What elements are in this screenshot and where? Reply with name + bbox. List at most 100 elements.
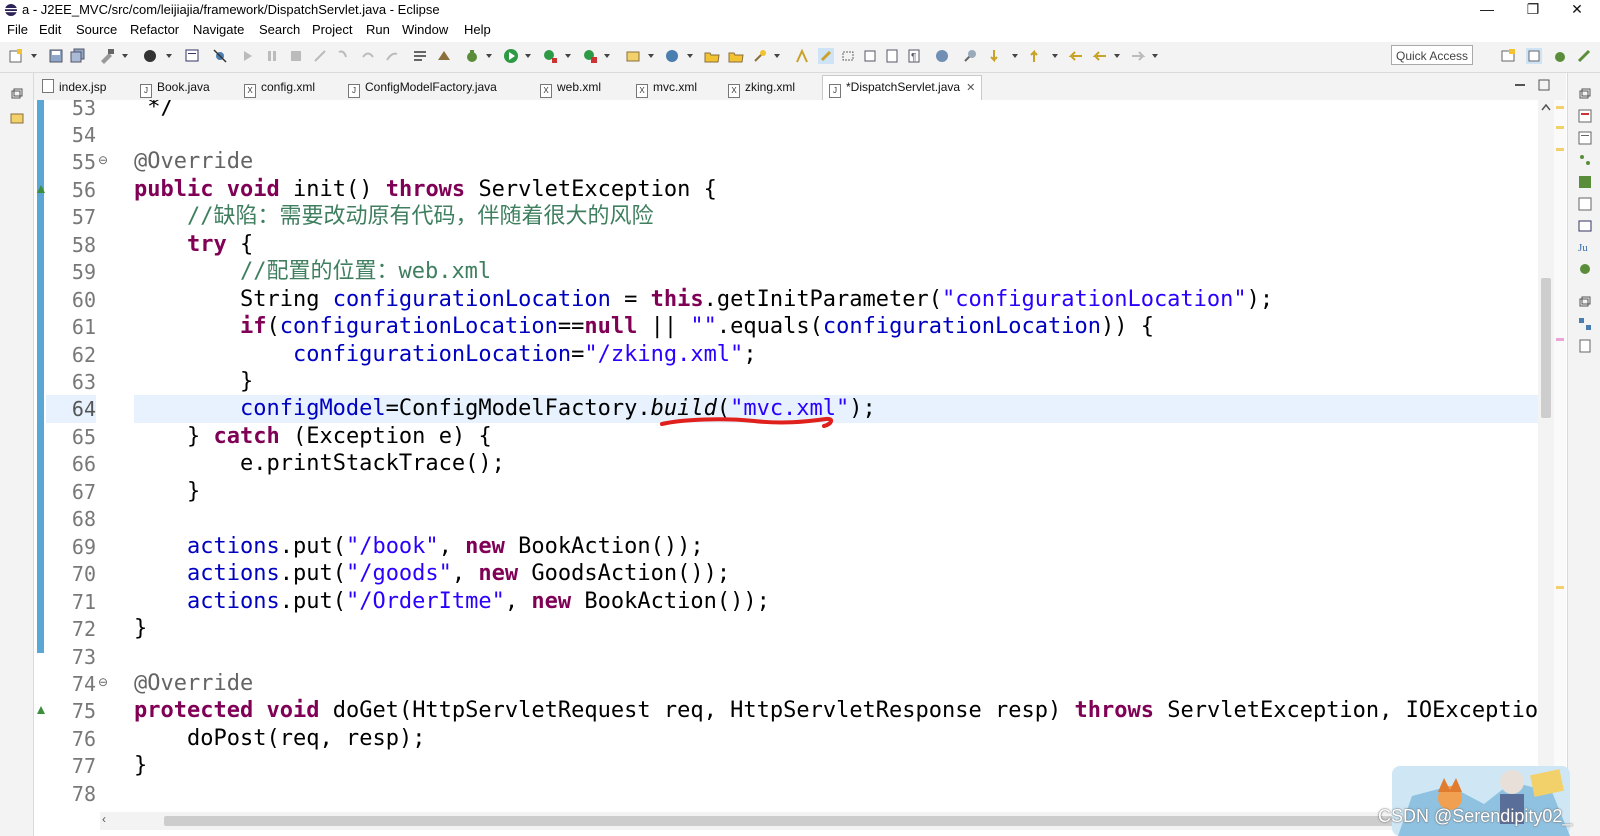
search-task-icon[interactable] <box>752 48 768 64</box>
use-step-filters-icon[interactable] <box>412 48 428 64</box>
code-line[interactable]: //配置的位置：web.xml <box>134 258 1554 286</box>
menu-refactor[interactable]: Refactor <box>130 22 179 37</box>
suspend-icon[interactable] <box>264 48 280 64</box>
menu-navigate[interactable]: Navigate <box>193 22 244 37</box>
tab-web-xml[interactable]: Xweb.xml <box>540 76 601 98</box>
scroll-left-icon[interactable]: ‹ <box>102 812 106 826</box>
code-line[interactable] <box>134 780 1554 808</box>
scroll-up-icon[interactable] <box>1541 103 1551 111</box>
forward-icon[interactable] <box>1130 48 1146 64</box>
menu-run[interactable]: Run <box>366 22 390 37</box>
code-line[interactable]: } catch (Exception e) { <box>134 423 1554 451</box>
notes-icon[interactable] <box>1578 339 1592 353</box>
restore-icon[interactable] <box>1578 87 1592 101</box>
terminate-icon[interactable] <box>288 48 304 64</box>
word-wrap-icon[interactable] <box>884 48 900 64</box>
tab-config-xml[interactable]: Xconfig.xml <box>244 76 315 98</box>
tab-book-java[interactable]: J Book.java <box>140 76 210 98</box>
servers-icon[interactable] <box>1578 261 1592 275</box>
restore-icon[interactable] <box>10 87 24 101</box>
new-class-icon[interactable] <box>664 48 680 64</box>
show-whitespace-icon[interactable] <box>862 48 878 64</box>
close-button[interactable]: ✕ <box>1554 0 1600 20</box>
code-line[interactable]: */ <box>134 100 1554 122</box>
code-editor[interactable]: 53 54 55 56 57 58 59 60 61 62 63 64 65 6… <box>34 100 1566 812</box>
code-line[interactable]: String configurationLocation = this.getI… <box>134 286 1554 314</box>
code-line[interactable]: } <box>134 615 1554 643</box>
step-return-icon[interactable] <box>384 48 400 64</box>
code-line[interactable]: configurationLocation="/zking.xml"; <box>134 341 1554 369</box>
code-line[interactable]: doPost(req, resp); <box>134 725 1554 753</box>
tab-index-jsp[interactable]: index.jsp <box>42 76 106 98</box>
restore-icon-2[interactable] <box>1578 295 1592 309</box>
new-server-icon[interactable] <box>625 48 641 64</box>
code-line[interactable]: actions.put("/goods", new GoodsAction())… <box>134 560 1554 588</box>
maximize-editor-icon[interactable] <box>1538 79 1550 91</box>
code-line[interactable]: if(configurationLocation==null || "".equ… <box>134 313 1554 341</box>
fold-collapse-icon[interactable]: ⊖ <box>98 675 108 689</box>
code-line[interactable] <box>134 505 1554 533</box>
console-view-icon[interactable] <box>1578 219 1592 233</box>
debug-perspective-icon[interactable] <box>1552 48 1568 64</box>
new-icon[interactable] <box>8 48 24 64</box>
step-over-icon[interactable] <box>360 48 376 64</box>
palette-icon[interactable] <box>1578 175 1592 189</box>
code-line[interactable]: } <box>134 752 1554 780</box>
code-line[interactable]: actions.put("/book", new BookAction()); <box>134 533 1554 561</box>
back-icon[interactable] <box>1092 48 1108 64</box>
code-line[interactable]: @Override <box>134 148 1554 176</box>
run-icon[interactable] <box>503 48 519 64</box>
code-line[interactable]: @Override <box>134 670 1554 698</box>
menu-source[interactable]: Source <box>76 22 117 37</box>
last-edit-location-icon[interactable] <box>1068 48 1084 64</box>
vertical-scroll-thumb[interactable] <box>1541 278 1551 418</box>
block-selection-icon[interactable] <box>840 48 856 64</box>
current-code-line[interactable]: configModel=ConfigModelFactory.build("mv… <box>134 395 1554 423</box>
tree-view-icon[interactable] <box>1578 317 1592 331</box>
code-line[interactable]: e.printStackTrace(); <box>134 450 1554 478</box>
outline-icon[interactable] <box>1578 131 1592 145</box>
code-line[interactable]: } <box>134 478 1554 506</box>
coverage-icon[interactable] <box>542 48 558 64</box>
debug-icon[interactable] <box>142 48 158 64</box>
menu-window[interactable]: Window <box>402 22 448 37</box>
menu-search[interactable]: Search <box>259 22 300 37</box>
fold-collapse-icon[interactable]: ⊖ <box>98 153 108 167</box>
toggle-mark-occurrences-icon[interactable] <box>794 48 810 64</box>
pin-editor-icon[interactable] <box>962 48 978 64</box>
maximize-button[interactable]: ❐ <box>1510 0 1556 20</box>
build-icon[interactable] <box>99 48 115 64</box>
overview-marker[interactable] <box>1556 148 1564 151</box>
tab-zking-xml[interactable]: Xzking.xml <box>728 76 795 98</box>
open-perspective-icon[interactable] <box>436 48 452 64</box>
code-line[interactable]: protected void doGet(HttpServletRequest … <box>134 697 1566 725</box>
external-tools-icon[interactable] <box>582 48 598 64</box>
minimize-button[interactable]: — <box>1464 0 1510 20</box>
java-ee-perspective-icon[interactable] <box>1526 48 1542 64</box>
code-line[interactable]: actions.put("/OrderItme", new BookAction… <box>134 588 1554 616</box>
overview-marker[interactable] <box>1556 586 1564 589</box>
minimize-editor-icon[interactable] <box>1514 79 1526 91</box>
open-perspective-button-icon[interactable] <box>1500 48 1516 64</box>
pilcrow-icon[interactable]: ¶ <box>906 48 922 64</box>
globe-icon[interactable] <box>934 48 950 64</box>
vertical-scrollbar[interactable] <box>1538 100 1554 812</box>
disconnect-icon[interactable] <box>312 48 328 64</box>
menu-help[interactable]: Help <box>464 22 491 37</box>
tab-mvc-xml[interactable]: Xmvc.xml <box>636 76 697 98</box>
overview-marker[interactable] <box>1556 338 1564 341</box>
package-explorer-icon[interactable] <box>10 111 24 125</box>
console-icon[interactable] <box>184 48 200 64</box>
hierarchy-icon[interactable] <box>1578 153 1592 167</box>
horizontal-scroll-thumb[interactable] <box>164 816 1444 826</box>
tab-configmodelfactory-java[interactable]: J ConfigModelFactory.java <box>348 76 497 98</box>
resume-icon[interactable] <box>240 48 256 64</box>
highlight-icon[interactable] <box>818 48 834 64</box>
step-into-icon[interactable] <box>336 48 352 64</box>
close-tab-icon[interactable]: ✕ <box>966 82 975 94</box>
code-line[interactable]: } <box>134 368 1554 396</box>
overview-marker[interactable] <box>1556 126 1564 129</box>
code-line[interactable]: public void init() throws ServletExcepti… <box>134 176 1554 204</box>
save-all-icon[interactable] <box>70 48 86 64</box>
previous-annotation-icon[interactable] <box>1030 48 1046 64</box>
